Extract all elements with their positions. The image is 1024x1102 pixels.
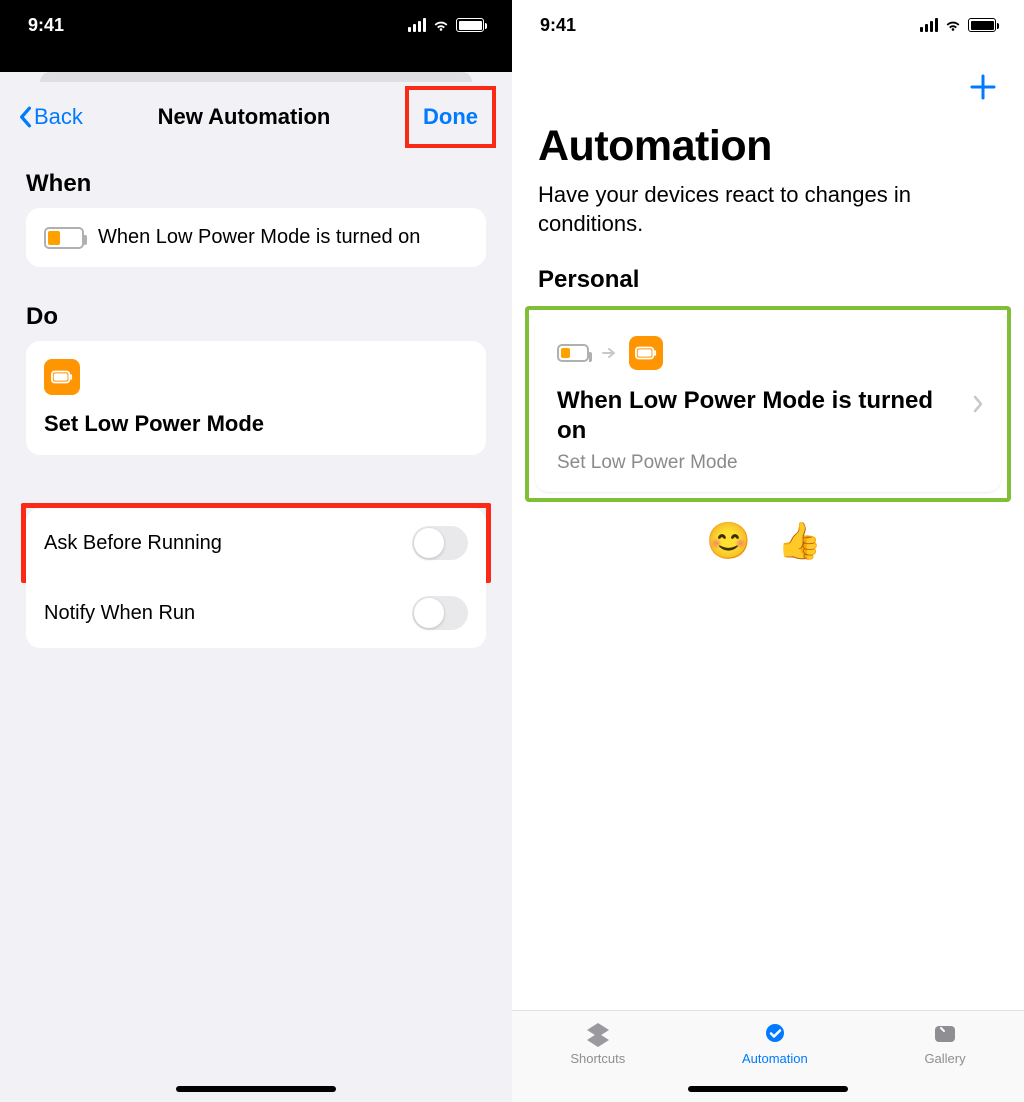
tab-shortcuts[interactable]: Shortcuts xyxy=(570,1021,625,1066)
status-icons xyxy=(920,18,996,32)
page-subtitle: Have your devices react to changes in co… xyxy=(512,181,1024,266)
chevron-left-icon xyxy=(18,106,32,128)
when-text: When Low Power Mode is turned on xyxy=(98,226,420,249)
battery-action-icon xyxy=(44,359,80,395)
automation-title: When Low Power Mode is turned on xyxy=(557,386,979,446)
when-card[interactable]: When Low Power Mode is turned on xyxy=(26,208,486,267)
status-icons xyxy=(408,18,484,32)
when-header: When xyxy=(0,152,512,208)
ask-before-running-highlight: Ask Before Running xyxy=(21,503,491,583)
battery-icon xyxy=(456,18,484,32)
emoji-reactions: 😊 👍 xyxy=(512,502,1024,580)
shortcuts-icon xyxy=(583,1021,613,1047)
ask-toggle[interactable] xyxy=(412,526,468,560)
automation-icons xyxy=(557,336,979,370)
automation-subtitle: Set Low Power Mode xyxy=(557,452,979,474)
do-label: Set Low Power Mode xyxy=(44,411,468,437)
notify-toggle[interactable] xyxy=(412,596,468,630)
signal-icon xyxy=(408,18,426,32)
back-label: Back xyxy=(34,104,83,130)
nav-bar: Back New Automation Done xyxy=(0,82,512,152)
notify-row-card: Notify When Run xyxy=(26,578,486,648)
battery-action-icon xyxy=(629,336,663,370)
gallery-icon xyxy=(930,1021,960,1047)
add-automation-button[interactable] xyxy=(968,72,998,107)
wifi-icon xyxy=(432,18,450,32)
arrow-right-icon xyxy=(601,347,617,359)
right-phone-automation-list: 9:41 Automation Have your devices react … xyxy=(512,0,1024,1102)
notify-when-run-row[interactable]: Notify When Run xyxy=(26,578,486,648)
tab-gallery[interactable]: Gallery xyxy=(924,1021,965,1066)
low-battery-icon xyxy=(557,344,589,362)
tab-label: Gallery xyxy=(924,1051,965,1066)
do-card[interactable]: Set Low Power Mode xyxy=(26,341,486,455)
page-title: Automation xyxy=(512,50,1024,181)
tab-label: Shortcuts xyxy=(570,1051,625,1066)
nav-title: New Automation xyxy=(158,104,331,130)
home-indicator xyxy=(688,1086,848,1092)
low-battery-icon xyxy=(44,227,84,249)
ask-before-running-row[interactable]: Ask Before Running xyxy=(26,508,486,578)
personal-header: Personal xyxy=(512,266,1024,306)
status-time: 9:41 xyxy=(540,15,576,36)
signal-icon xyxy=(920,18,938,32)
wifi-icon xyxy=(944,18,962,32)
tab-label: Automation xyxy=(742,1051,808,1066)
chevron-right-icon xyxy=(973,395,983,413)
done-button-highlight: Done xyxy=(405,86,496,148)
done-button[interactable]: Done xyxy=(423,104,478,129)
home-indicator xyxy=(176,1086,336,1092)
left-phone-new-automation: 9:41 Back New Automation Done When When … xyxy=(0,0,512,1102)
automation-icon xyxy=(760,1021,790,1047)
notify-label: Notify When Run xyxy=(44,602,195,625)
tab-automation[interactable]: Automation xyxy=(742,1021,808,1066)
automation-card[interactable]: When Low Power Mode is turned on Set Low… xyxy=(535,316,1001,492)
back-button[interactable]: Back xyxy=(18,104,83,130)
sheet-backdrop xyxy=(0,50,512,72)
battery-icon xyxy=(968,18,996,32)
status-bar: 9:41 xyxy=(0,0,512,50)
status-time: 9:41 xyxy=(28,15,64,36)
status-bar: 9:41 xyxy=(512,0,1024,50)
do-header: Do xyxy=(0,285,512,341)
automation-card-highlight: When Low Power Mode is turned on Set Low… xyxy=(525,306,1011,502)
ask-label: Ask Before Running xyxy=(44,532,222,555)
sheet-handle xyxy=(40,72,472,82)
